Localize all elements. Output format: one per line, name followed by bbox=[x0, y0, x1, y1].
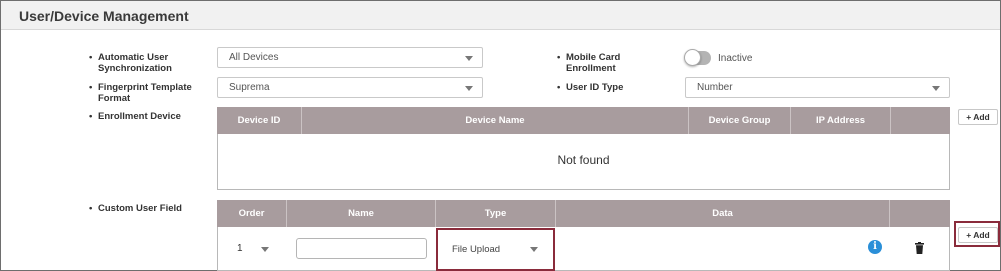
section-header: User/Device Management bbox=[1, 1, 1000, 30]
user-id-type-label: • User ID Type bbox=[557, 82, 624, 93]
mobile-card-label: • Mobile Card Enrollment bbox=[557, 52, 621, 74]
order-value[interactable]: 1 bbox=[237, 243, 243, 254]
add-button-highlight bbox=[954, 221, 1000, 247]
auto-sync-label: • Automatic User Synchronization bbox=[89, 52, 172, 74]
col-ip-address: IP Address bbox=[815, 115, 866, 126]
info-icon[interactable]: i bbox=[868, 240, 882, 254]
enrollment-table-header: Device ID Device Name Device Group IP Ad… bbox=[217, 107, 950, 134]
chevron-down-icon bbox=[465, 56, 473, 61]
enrollment-device-label: • Enrollment Device bbox=[89, 111, 181, 122]
trash-icon[interactable] bbox=[915, 242, 924, 254]
chevron-down-icon[interactable] bbox=[261, 247, 269, 252]
fingerprint-format-label: • Fingerprint Template Format bbox=[89, 82, 192, 104]
col-order: Order bbox=[238, 208, 265, 219]
col-data: Data bbox=[712, 208, 733, 219]
chevron-down-icon bbox=[932, 86, 940, 91]
page-title: User/Device Management bbox=[19, 8, 189, 24]
auto-sync-select[interactable]: All Devices bbox=[217, 47, 483, 68]
chevron-down-icon bbox=[530, 247, 538, 252]
col-device-id: Device ID bbox=[237, 115, 281, 126]
chevron-down-icon bbox=[465, 86, 473, 91]
mobile-card-state: Inactive bbox=[718, 53, 753, 64]
col-device-group: Device Group bbox=[708, 115, 771, 126]
field-name-input[interactable] bbox=[296, 238, 427, 259]
custom-field-table-header: Order Name Type Data bbox=[217, 200, 950, 227]
empty-state: Not found bbox=[557, 153, 610, 167]
user-id-type-select[interactable]: Number bbox=[685, 77, 950, 98]
type-value: File Upload bbox=[452, 244, 501, 255]
add-device-button[interactable]: + Add bbox=[958, 109, 998, 125]
col-type: Type bbox=[484, 208, 507, 219]
custom-user-field-label: • Custom User Field bbox=[89, 203, 182, 214]
enrollment-table-body: Not found bbox=[217, 134, 950, 190]
col-name: Name bbox=[348, 208, 374, 219]
fingerprint-format-select[interactable]: Suprema bbox=[217, 77, 483, 98]
col-device-name: Device Name bbox=[465, 115, 525, 126]
mobile-card-toggle[interactable] bbox=[684, 49, 711, 66]
toggle-knob bbox=[684, 49, 701, 66]
